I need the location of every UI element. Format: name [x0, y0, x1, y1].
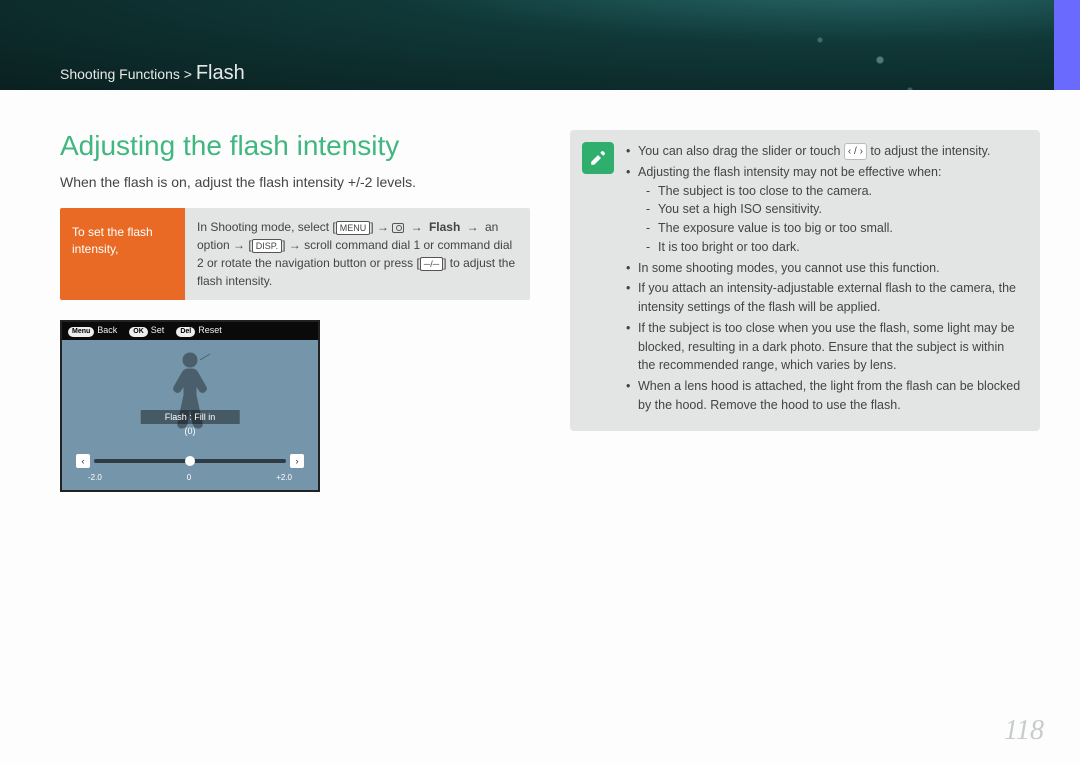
note-icon	[582, 142, 614, 174]
disp-button-label: DISP.	[252, 239, 282, 253]
info-sub-bullet: It is too bright or too dark.	[638, 238, 1024, 257]
info-sub-bullet: You set a high ISO sensitivity.	[638, 200, 1024, 219]
intensity-slider[interactable]: ‹ ›	[76, 454, 304, 468]
header-banner: Shooting Functions > Flash	[0, 0, 1080, 90]
ok-pill: OK	[129, 327, 148, 337]
info-bullet: Adjusting the flash intensity may not be…	[626, 163, 1024, 257]
set-action: OKSet	[129, 325, 164, 337]
flash-mode-label: Flash : Fill in	[141, 410, 240, 424]
info-panel: You can also drag the slider or touch ‹ …	[570, 130, 1040, 431]
info-bullet: In some shooting modes, you cannot use t…	[626, 259, 1024, 278]
instruction-label: To set the flash intensity,	[60, 208, 185, 300]
section-tab	[1054, 0, 1080, 90]
tick-mid: 0	[187, 473, 191, 482]
back-label: Back	[97, 325, 117, 335]
tick-min: -2.0	[88, 473, 102, 482]
preview-topbar: MenuBack OKSet DelReset	[62, 322, 318, 340]
breadcrumb: Shooting Functions > Flash	[60, 62, 245, 85]
slider-track[interactable]	[94, 459, 286, 463]
del-pill: Del	[176, 327, 195, 337]
page-number: 118	[1004, 715, 1044, 747]
instruction-box: To set the flash intensity, In Shooting …	[60, 208, 530, 300]
info-bullet: When a lens hood is attached, the light …	[626, 377, 1024, 415]
info-bullet: If the subject is too close when you use…	[626, 319, 1024, 375]
set-label: Set	[151, 325, 165, 335]
flash-word: Flash	[429, 220, 460, 234]
info-bullet: You can also drag the slider or touch ‹ …	[626, 142, 1024, 161]
camera-preview: MenuBack OKSet DelReset Flash : Fill in …	[60, 320, 320, 492]
info-sub-bullet: The exposure value is too big or too sma…	[638, 219, 1024, 238]
slider-decrease-button[interactable]: ‹	[76, 454, 90, 468]
camera-icon	[392, 223, 404, 233]
info-bullet: If you attach an intensity-adjustable ex…	[626, 279, 1024, 317]
instr-arrow: →	[460, 220, 485, 234]
instr-arrow: →	[404, 220, 429, 234]
reset-label: Reset	[198, 325, 222, 335]
minus-plus-label: ─/─	[420, 257, 443, 271]
subject-silhouette	[160, 348, 220, 438]
info-list: You can also drag the slider or touch ‹ …	[626, 142, 1024, 415]
menu-button-label: MENU	[336, 221, 371, 235]
slider-thumb[interactable]	[185, 456, 195, 466]
tick-max: +2.0	[276, 473, 292, 482]
instruction-body: In Shooting mode, select [MENU] → → Flas…	[185, 208, 530, 300]
back-action: MenuBack	[68, 325, 117, 337]
slider-increase-button[interactable]: ›	[290, 454, 304, 468]
breadcrumb-section: Shooting Functions	[60, 66, 180, 82]
nav-arrow-pill: ‹ / ›	[844, 143, 867, 160]
page-title: Adjusting the flash intensity	[60, 130, 530, 162]
instr-text: → [	[233, 238, 252, 252]
flash-value: (0)	[185, 426, 196, 436]
info-sub-bullet: The subject is too close to the camera.	[638, 182, 1024, 201]
intro-text: When the flash is on, adjust the flash i…	[60, 174, 530, 190]
reset-action: DelReset	[176, 325, 221, 337]
preview-body: Flash : Fill in (0) ‹ › -2.0 0 +2.0	[62, 340, 318, 490]
instr-text: In Shooting mode, select [	[197, 220, 336, 234]
breadcrumb-separator: >	[184, 66, 192, 82]
instr-text: ] →	[370, 220, 392, 234]
slider-ticks: -2.0 0 +2.0	[88, 473, 292, 482]
menu-pill: Menu	[68, 327, 94, 337]
breadcrumb-page: Flash	[196, 62, 245, 84]
